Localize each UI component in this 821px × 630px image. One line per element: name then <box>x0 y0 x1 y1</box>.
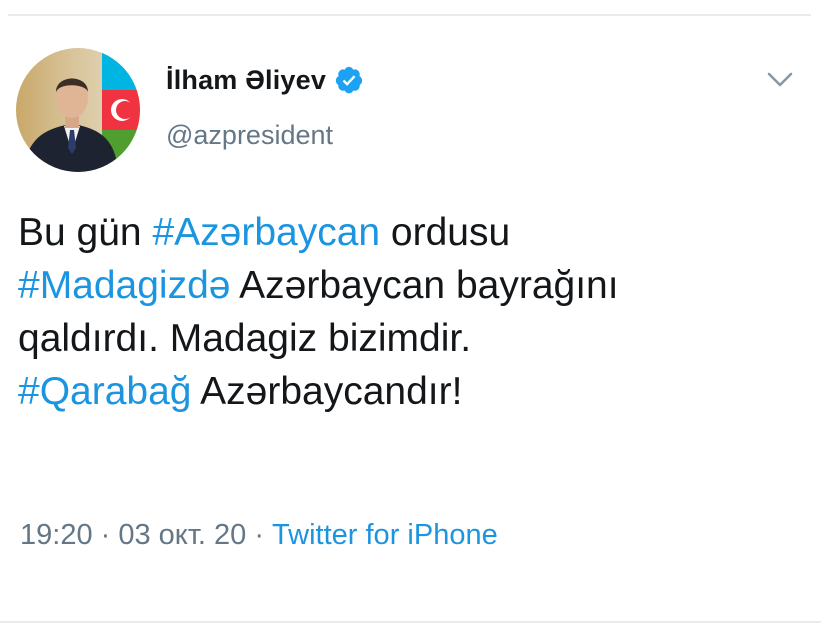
avatar-image <box>16 48 140 172</box>
author-handle[interactable]: @azpresident <box>166 120 333 151</box>
tweet-line-4: #Qarabağ Azərbaycandır! <box>18 365 808 418</box>
tweet-meta: 19:20 · 03 окт. 20 · Twitter for iPhone <box>20 519 498 552</box>
tweet-date[interactable]: 03 окт. 20 <box>118 519 246 551</box>
text-segment: ordusu <box>380 211 511 254</box>
author-display-name[interactable]: İlham Əliyev <box>166 65 326 96</box>
meta-separator: · <box>92 519 119 551</box>
text-segment: Azərbaycan bayrağını <box>230 264 619 307</box>
text-segment: Bu gün <box>18 211 153 254</box>
author-name-row: İlham Əliyev <box>166 60 364 100</box>
tweet-source-link[interactable]: Twitter for iPhone <box>272 519 498 551</box>
verified-badge-icon <box>334 65 364 95</box>
avatar[interactable] <box>16 48 140 172</box>
hashtag-link-azerbaycan[interactable]: #Azərbaycan <box>152 211 380 254</box>
text-segment: Azərbaycandır! <box>191 370 463 413</box>
bottom-divider <box>0 621 821 623</box>
chevron-down-icon[interactable] <box>765 68 795 92</box>
tweet-text: Bu gün #Azərbaycan ordusu #Madagizdə Azə… <box>18 206 808 418</box>
hashtag-link-madagizde[interactable]: #Madagizdə <box>18 264 230 307</box>
hashtag-link-qarabag[interactable]: #Qarabağ <box>18 370 191 413</box>
tweet-time[interactable]: 19:20 <box>20 519 93 551</box>
text-segment: qaldırdı. Madagiz bizimdir. <box>18 317 472 360</box>
top-divider <box>8 14 811 16</box>
tweet-line-2: #Madagizdə Azərbaycan bayrağını <box>18 259 808 312</box>
tweet-line-3: qaldırdı. Madagiz bizimdir. <box>18 312 808 365</box>
meta-separator: · <box>246 519 273 551</box>
tweet-line-1: Bu gün #Azərbaycan ordusu <box>18 206 808 259</box>
